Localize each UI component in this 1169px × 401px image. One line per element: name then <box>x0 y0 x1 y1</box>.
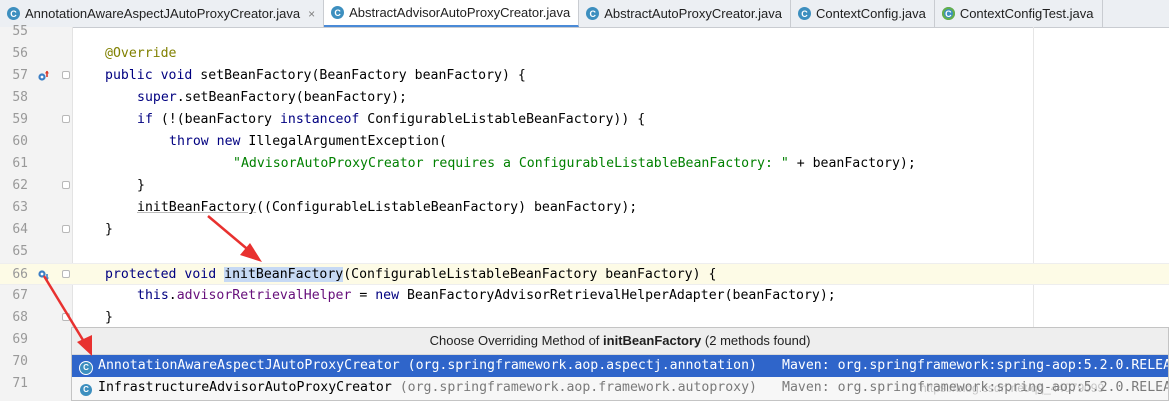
class-icon: C <box>797 7 811 20</box>
tab-label: AbstractAdvisorAutoProxyCreator.java <box>349 5 571 20</box>
popup-item-annotation-aware-aspectj-auto-proxy-creator[interactable]: C AnnotationAwareAspectJAutoProxyCreator … <box>72 355 1168 377</box>
code-line: 67 this.advisorRetrievalHelper = new Bea… <box>0 285 1169 307</box>
line-number: 67 <box>12 288 28 303</box>
watermark: https://blog.csdn.net/qq_44079099 <box>920 381 1105 395</box>
code-line: 60 throw new IllegalArgumentException( <box>0 131 1169 153</box>
line-number: 57 <box>12 68 28 83</box>
fold-icon[interactable] <box>62 71 70 79</box>
line-number: 68 <box>12 310 28 325</box>
tab-label: ContextConfigTest.java <box>959 6 1094 21</box>
line-number: 60 <box>12 134 28 149</box>
test-class-icon: C <box>941 7 955 20</box>
class-icon: C <box>7 7 20 20</box>
code-line: 59 if (!(beanFactory instanceof Configur… <box>0 109 1169 131</box>
popup-item-library: Maven: org.springframework:spring-aop:5.… <box>782 358 1168 373</box>
code-text: } <box>137 178 145 193</box>
code-text: throw new IllegalArgumentException( <box>169 134 447 149</box>
popup-item-name: AnnotationAwareAspectJAutoProxyCreator <box>98 358 400 373</box>
code-line: 56 @Override <box>0 43 1169 65</box>
fold-icon[interactable] <box>62 115 70 123</box>
close-icon[interactable]: × <box>308 7 315 21</box>
tab-label: AbstractAutoProxyCreator.java <box>604 6 782 21</box>
method-call[interactable]: initBeanFactory <box>137 200 256 215</box>
code-line: 64 } <box>0 219 1169 241</box>
fold-icon[interactable] <box>62 270 70 278</box>
code-line: 57 public void setBeanFactory(BeanFactor… <box>0 65 1169 87</box>
popup-item-package: (org.springframework.aop.aspectj.annotat… <box>407 358 757 373</box>
code-line: 65 <box>0 241 1169 263</box>
line-number: 71 <box>12 376 28 391</box>
tab-label: ContextConfig.java <box>815 6 926 21</box>
line-number: 58 <box>12 90 28 105</box>
code-text: } <box>105 310 113 325</box>
tab-label: AnnotationAwareAspectJAutoProxyCreator.j… <box>25 6 301 21</box>
class-icon: C <box>331 6 345 19</box>
code-line: 61 "AdvisorAutoProxyCreator requires a C… <box>0 153 1169 175</box>
overrides-method-icon[interactable] <box>37 70 49 82</box>
popup-title: Choose Overriding Method of initBeanFact… <box>72 328 1168 355</box>
line-number: 64 <box>12 222 28 237</box>
code-text: } <box>105 222 113 237</box>
line-number: 55 <box>12 24 28 39</box>
fold-icon[interactable] <box>62 181 70 189</box>
code-text: super.setBeanFactory(beanFactory); <box>137 90 407 105</box>
class-icon: C <box>80 362 92 374</box>
code-line: 62 } <box>0 175 1169 197</box>
fold-icon[interactable] <box>62 313 70 321</box>
code-line: 68 } <box>0 307 1169 329</box>
code-line: 55 <box>0 21 1169 43</box>
overridden-method-icon[interactable] <box>37 269 49 281</box>
line-number: 70 <box>12 354 28 369</box>
line-number: 65 <box>12 244 28 259</box>
code-line: 58 super.setBeanFactory(beanFactory); <box>0 87 1169 109</box>
fold-icon[interactable] <box>62 225 70 233</box>
method-declaration-highlight[interactable]: initBeanFactory <box>224 267 344 282</box>
class-icon: C <box>80 384 92 396</box>
popup-item-name: InfrastructureAdvisorAutoProxyCreator <box>98 380 392 395</box>
code-text: public void setBeanFactory(BeanFactory b… <box>105 68 526 83</box>
code-line-current: 66 protected void initBeanFactory(Config… <box>0 263 1169 285</box>
code-text: "AdvisorAutoProxyCreator requires a Conf… <box>233 156 916 171</box>
code-text: @Override <box>105 46 177 61</box>
code-text: if (!(beanFactory instanceof Configurabl… <box>137 112 646 127</box>
line-number: 69 <box>12 332 28 347</box>
line-number: 62 <box>12 178 28 193</box>
class-icon: C <box>586 7 600 20</box>
line-number: 63 <box>12 200 28 215</box>
line-number: 59 <box>12 112 28 127</box>
popup-item-package: (org.springframework.aop.framework.autop… <box>399 380 757 395</box>
code-text: initBeanFactory((ConfigurableListableBea… <box>137 200 638 215</box>
code-text: protected void initBeanFactory(Configura… <box>105 267 717 282</box>
line-number: 66 <box>12 267 28 282</box>
line-number: 61 <box>12 156 28 171</box>
code-line: 63 initBeanFactory((ConfigurableListable… <box>0 197 1169 219</box>
code-text: this.advisorRetrievalHelper = new BeanFa… <box>137 288 836 303</box>
line-number: 56 <box>12 46 28 61</box>
